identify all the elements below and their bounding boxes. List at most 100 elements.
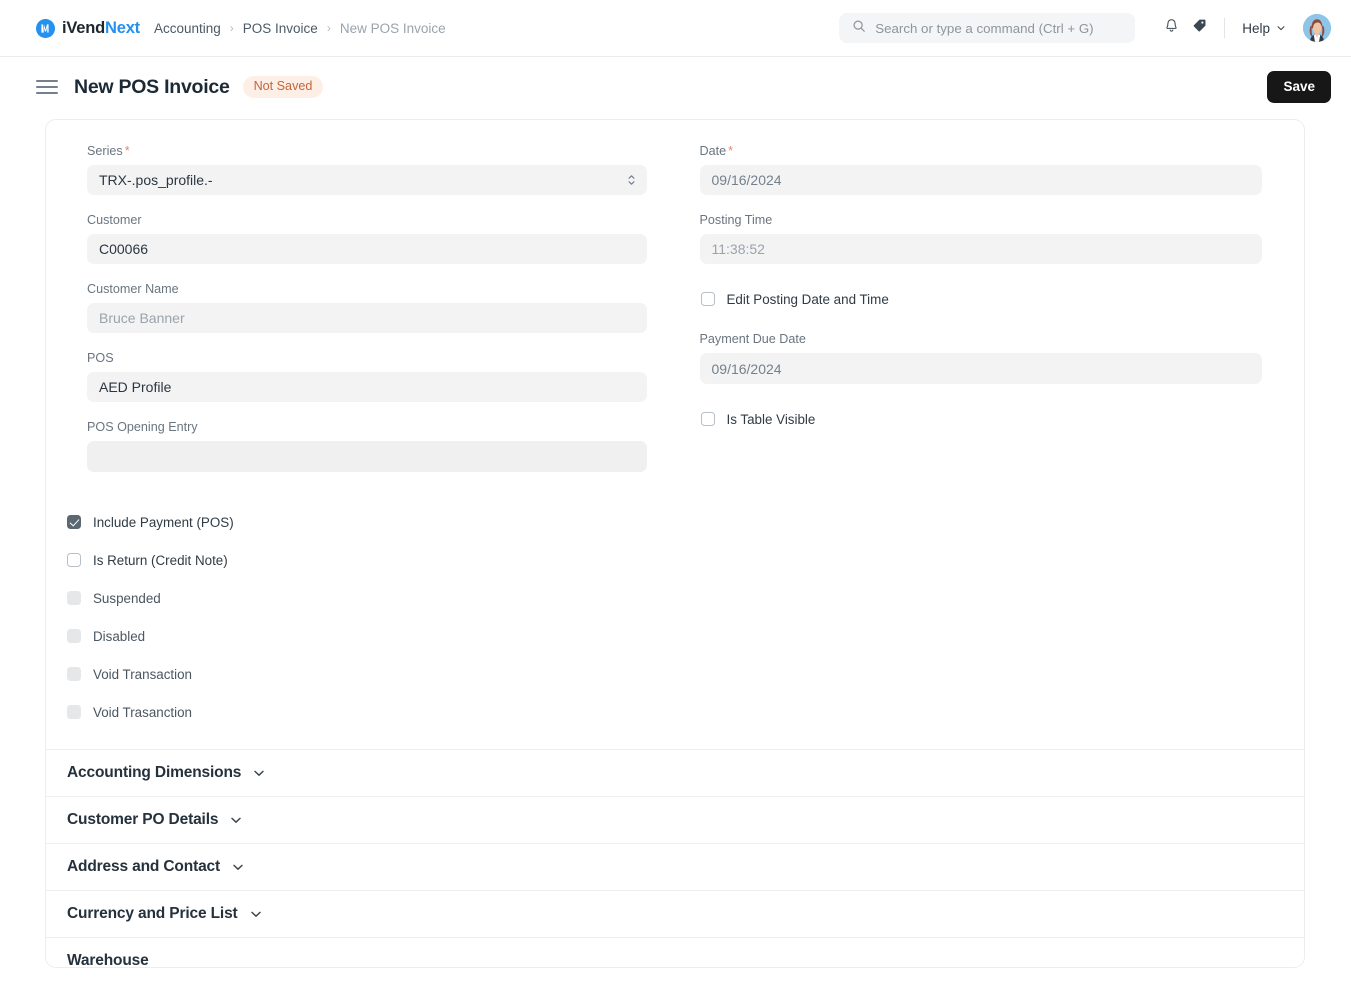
chevron-down-icon[interactable] <box>249 907 263 921</box>
form-column-left: Series * TRX-.pos_profile.- Customer C000… <box>67 144 675 490</box>
payment-due-date-value: 09/16/2024 <box>711 360 782 377</box>
customer-label: Customer <box>87 213 142 227</box>
status-badge: Not Saved <box>242 76 324 98</box>
brand-accent: Next <box>105 18 140 37</box>
checkbox-row-suspended: Suspended <box>67 579 1304 617</box>
breadcrumb-item-pos-invoice[interactable]: POS Invoice <box>243 21 318 36</box>
ivend-logo-icon <box>36 18 55 38</box>
top-navbar: iVendNext Accounting › POS Invoice › New… <box>0 0 1351 57</box>
field-pos-opening-entry: POS Opening Entry <box>87 420 647 472</box>
checkbox-label: Is Table Visible <box>726 411 816 427</box>
checkbox-is-return-credit-note[interactable] <box>67 553 81 567</box>
breadcrumb-separator: › <box>229 21 234 35</box>
breadcrumb-item-accounting[interactable]: Accounting <box>154 21 221 36</box>
checkbox-disabled <box>67 629 81 643</box>
checkbox-row-edit-posting-date-and-time[interactable]: Edit Posting Date and Time <box>700 282 1263 316</box>
field-pos: POS AED Profile <box>87 351 647 402</box>
posting-time-value: 11:38:52 <box>711 241 765 257</box>
section-accounting-dimensions[interactable]: Accounting Dimensions <box>46 749 1304 796</box>
notifications-button[interactable] <box>1157 14 1185 42</box>
checkbox-void-trasanction <box>67 705 81 719</box>
breadcrumb-separator: › <box>326 21 331 35</box>
avatar[interactable] <box>1303 14 1331 42</box>
checkbox-label: Include Payment (POS) <box>93 514 234 530</box>
search-input[interactable] <box>875 20 1123 36</box>
required-asterisk: * <box>124 144 130 158</box>
checkbox-suspended <box>67 591 81 605</box>
checkbox-row-include-payment-pos[interactable]: Include Payment (POS) <box>67 503 1304 541</box>
checkbox-edit-posting-date-and-time[interactable] <box>700 292 715 306</box>
field-posting-time: Posting Time 11:38:52 <box>699 213 1262 264</box>
chevron-down-icon[interactable] <box>252 766 266 780</box>
field-customer-name: Customer Name Bruce Banner <box>87 282 647 333</box>
checkbox-include-payment-pos[interactable] <box>67 515 81 529</box>
brand-logo[interactable]: iVendNext <box>36 18 140 38</box>
field-payment-due-date: Payment Due Date 09/16/2024 <box>699 332 1262 384</box>
section-address-and-contact[interactable]: Address and Contact <box>46 843 1304 890</box>
required-asterisk: * <box>728 144 734 158</box>
checkbox-row-disabled: Disabled <box>67 617 1304 655</box>
checkbox-is-table-visible[interactable] <box>700 412 715 426</box>
chevron-down-icon[interactable] <box>229 813 243 827</box>
search-box[interactable] <box>839 13 1136 43</box>
series-select[interactable]: TRX-.pos_profile.- <box>87 165 647 195</box>
brand-name: iVendNext <box>62 19 140 38</box>
field-customer: Customer C00066 <box>87 213 647 264</box>
form-card: Series * TRX-.pos_profile.- Customer C000… <box>45 119 1305 968</box>
section-customer-po-details[interactable]: Customer PO Details <box>46 796 1304 843</box>
customer-name-input[interactable]: Bruce Banner <box>87 303 647 333</box>
tag-button[interactable] <box>1185 14 1213 42</box>
help-label: Help <box>1242 20 1270 36</box>
posting-time-input[interactable]: 11:38:52 <box>699 234 1262 264</box>
payment-due-date-input[interactable]: 09/16/2024 <box>699 353 1262 384</box>
section-title: Customer PO Details <box>67 811 219 828</box>
hamburger-icon[interactable] <box>36 80 58 94</box>
is-table-visible-checkbox-group: Is Table Visible <box>700 402 1263 436</box>
checkbox-label: Void Transaction <box>93 666 193 682</box>
section-currency-and-price-list[interactable]: Currency and Price List <box>46 890 1304 937</box>
edit-posting-checkbox-group: Edit Posting Date and Time <box>700 282 1263 316</box>
brand-primary: iVend <box>62 18 106 37</box>
checkbox-row-is-table-visible[interactable]: Is Table Visible <box>700 402 1263 436</box>
help-menu[interactable]: Help <box>1238 21 1290 36</box>
breadcrumb-item-new-pos-invoice: New POS Invoice <box>339 20 446 36</box>
breadcrumb: Accounting › POS Invoice › New POS Invoi… <box>154 21 446 36</box>
page-title: New POS Invoice <box>74 75 230 98</box>
checkbox-row-void-trasanction: Void Trasanction <box>67 693 1304 731</box>
chevron-down-icon[interactable] <box>231 860 245 874</box>
checkbox-label: Is Return (Credit Note) <box>93 552 228 568</box>
pos-value: AED Profile <box>99 379 172 395</box>
checkbox-row-is-return-credit-note[interactable]: Is Return (Credit Note) <box>67 541 1304 579</box>
form-grid: Series * TRX-.pos_profile.- Customer C000… <box>46 120 1304 490</box>
checkbox-label: Void Trasanction <box>93 704 193 720</box>
search-icon <box>852 19 866 38</box>
section-warehouse[interactable]: Warehouse <box>46 937 1304 968</box>
section-title: Currency and Price List <box>67 905 238 922</box>
series-value: TRX-.pos_profile.- <box>99 172 213 188</box>
date-value: 09/16/2024 <box>711 172 782 188</box>
checkbox-label: Suspended <box>93 590 161 606</box>
section-title: Warehouse <box>67 952 149 968</box>
pos-label: POS <box>87 351 114 365</box>
date-label: Date * <box>699 144 734 158</box>
pos-opening-entry-input[interactable] <box>87 441 647 472</box>
customer-input[interactable]: C00066 <box>87 234 647 264</box>
checkbox-void-transaction <box>67 667 81 681</box>
date-input[interactable]: 09/16/2024 <box>699 165 1262 195</box>
chevron-down-icon <box>1276 21 1286 36</box>
stepper-updown-icon[interactable] <box>627 173 636 187</box>
form-column-right: Date * 09/16/2024 Posting Time 11:38:52 E… <box>675 144 1283 490</box>
series-label: Series * <box>87 144 130 158</box>
posting-time-label: Posting Time <box>699 213 773 227</box>
save-button[interactable]: Save <box>1267 71 1331 103</box>
checkbox-label: Edit Posting Date and Time <box>726 291 889 307</box>
pos-opening-entry-label: POS Opening Entry <box>87 420 198 434</box>
section-title: Accounting Dimensions <box>67 764 242 781</box>
customer-name-label: Customer Name <box>87 282 179 296</box>
checkbox-row-void-transaction: Void Transaction <box>67 655 1304 693</box>
pos-input[interactable]: AED Profile <box>87 372 647 402</box>
page-header: New POS Invoice Not Saved Save <box>0 57 1351 117</box>
customer-name-value: Bruce Banner <box>99 310 185 326</box>
navbar-divider <box>1224 18 1226 38</box>
navbar-actions: Help <box>839 13 1331 43</box>
